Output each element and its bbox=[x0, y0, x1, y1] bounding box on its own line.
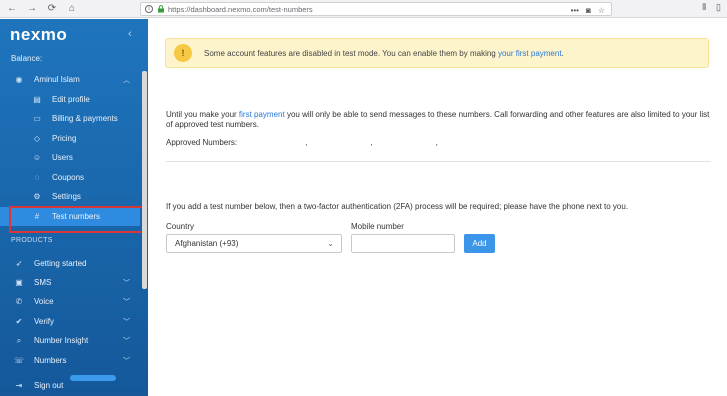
sidebar-item-sign-out[interactable]: ⇥ Sign out bbox=[0, 376, 140, 395]
description-pre: Until you make your bbox=[166, 110, 239, 119]
browser-toolbar: ← → ⟳ ⌂ i https://dashboard.nexmo.com/te… bbox=[0, 0, 727, 18]
sidebar-item-label: Settings bbox=[52, 192, 81, 201]
number-separator: , bbox=[305, 138, 308, 147]
rocket-icon: ➶ bbox=[15, 259, 23, 268]
sidebar-item-number-insight[interactable]: ⌕ Number Insight ﹀ bbox=[0, 331, 140, 350]
number-separator: , bbox=[435, 138, 438, 147]
approved-numbers-label: Approved Numbers: bbox=[166, 138, 238, 147]
pocket-icon[interactable]: ◙ bbox=[586, 6, 591, 15]
chevron-down-icon: ﹀ bbox=[123, 318, 130, 326]
home-icon[interactable]: ⌂ bbox=[64, 1, 80, 17]
sidebar-item-label: Voice bbox=[34, 297, 54, 306]
forward-icon[interactable]: → bbox=[24, 1, 40, 17]
users-icon: ☺ bbox=[32, 153, 42, 162]
sidebar-item-voice[interactable]: ✆ Voice ﹀ bbox=[0, 292, 140, 311]
mobile-number-label: Mobile number bbox=[351, 222, 404, 231]
sidebar-item-label: Sign out bbox=[34, 381, 64, 390]
sidebar-item-label: Edit profile bbox=[52, 95, 90, 104]
sidebar-item-edit-profile[interactable]: ▤ Edit profile bbox=[0, 90, 140, 109]
country-select[interactable]: Afghanistan (+93) ⌄ bbox=[166, 234, 342, 253]
sidebar-item-pricing[interactable]: ◇ Pricing bbox=[0, 129, 140, 148]
sidebar-item-label: Coupons bbox=[52, 173, 85, 182]
user-icon: ◉ bbox=[15, 75, 23, 84]
country-select-value: Afghanistan (+93) bbox=[175, 239, 239, 248]
nexmo-logo[interactable]: nexmo bbox=[10, 25, 67, 45]
account-name: Aminul Islam bbox=[34, 75, 80, 84]
twofa-notice: If you add a test number below, then a t… bbox=[166, 202, 629, 211]
mobile-number-input[interactable] bbox=[351, 234, 455, 253]
sidebar-item-label: SMS bbox=[34, 278, 52, 287]
divider bbox=[166, 161, 711, 162]
country-label: Country bbox=[166, 222, 195, 231]
sidebar-item-getting-started[interactable]: ➶ Getting started bbox=[0, 254, 140, 273]
sidebar-item-users[interactable]: ☺ Users bbox=[0, 148, 140, 167]
number-separator: , bbox=[370, 138, 373, 147]
test-mode-banner: ! Some account features are disabled in … bbox=[165, 38, 709, 68]
add-button[interactable]: Add bbox=[464, 234, 495, 253]
chevron-down-icon: ﹀ bbox=[123, 357, 130, 365]
first-payment-link[interactable]: your first payment bbox=[498, 49, 562, 58]
sidebar-scrollbar[interactable] bbox=[142, 71, 147, 289]
approved-numbers: Approved Numbers: , , , bbox=[166, 138, 438, 147]
edit-icon: ▤ bbox=[33, 95, 41, 104]
sidebar-item-numbers[interactable]: ☏ Numbers ﹀ bbox=[0, 351, 140, 370]
test-mode-description: Until you make your first payment you wi… bbox=[166, 110, 711, 130]
sidebar-item-label: Getting started bbox=[34, 259, 87, 268]
sidebar-item-verify[interactable]: ✔ Verify ﹀ bbox=[0, 312, 140, 331]
coupon-icon: ◌ bbox=[34, 173, 40, 182]
sidebar: nexmo ‹ Balance: ◉ Aminul Islam ︿ ▤ Edit… bbox=[0, 19, 148, 396]
sidebar-item-coupons[interactable]: ◌ Coupons bbox=[0, 168, 140, 187]
back-icon[interactable]: ← bbox=[4, 1, 20, 17]
reload-icon[interactable]: ⟳ bbox=[44, 1, 60, 17]
sign-out-icon: ⇥ bbox=[15, 381, 23, 390]
sms-icon: ▣ bbox=[15, 278, 23, 287]
url-text: https://dashboard.nexmo.com/test-numbers bbox=[168, 4, 313, 14]
library-icon[interactable]: ⫴ bbox=[702, 2, 706, 13]
sidebar-item-label: Numbers bbox=[34, 356, 67, 365]
address-bar[interactable]: i https://dashboard.nexmo.com/test-numbe… bbox=[140, 2, 612, 16]
chevron-down-icon: ﹀ bbox=[123, 279, 130, 287]
banner-end: . bbox=[561, 48, 564, 58]
sidebar-toggle-icon[interactable]: ▯ bbox=[716, 2, 721, 13]
sidebar-item-billing[interactable]: ▭ Billing & payments bbox=[0, 109, 140, 128]
account-menu[interactable]: ◉ Aminul Islam ︿ bbox=[0, 70, 140, 89]
sidebar-item-label: Pricing bbox=[52, 134, 77, 143]
info-icon[interactable]: i bbox=[145, 5, 153, 13]
billing-icon: ▭ bbox=[33, 114, 41, 123]
gear-icon: ⚙ bbox=[33, 192, 41, 201]
sidebar-item-label: Users bbox=[52, 153, 73, 162]
check-icon: ✔ bbox=[15, 317, 23, 326]
phone-icon: ✆ bbox=[15, 297, 23, 306]
sidebar-item-sms[interactable]: ▣ SMS ﹀ bbox=[0, 273, 140, 292]
sidebar-item-label: Billing & payments bbox=[52, 114, 118, 123]
numbers-icon: ☏ bbox=[13, 356, 24, 365]
collapse-sidebar-icon[interactable]: ‹ bbox=[128, 28, 132, 40]
sidebar-item-label: Verify bbox=[34, 317, 55, 326]
first-payment-inline-link[interactable]: first payment bbox=[239, 110, 285, 119]
highlight-annotation bbox=[9, 206, 148, 233]
sidebar-item-label: Number Insight bbox=[34, 336, 89, 345]
lock-icon bbox=[158, 5, 164, 13]
main-content: ! Some account features are disabled in … bbox=[149, 19, 727, 396]
insight-icon: ⌕ bbox=[16, 335, 22, 345]
tag-icon: ◇ bbox=[33, 134, 41, 143]
balance-label: Balance: bbox=[11, 54, 43, 63]
banner-message: Some account features are disabled in te… bbox=[204, 48, 498, 58]
chevron-down-icon: ﹀ bbox=[123, 337, 130, 345]
products-section-label: PRODUCTS bbox=[11, 237, 53, 244]
warning-icon: ! bbox=[174, 44, 192, 62]
chevron-down-icon: ⌄ bbox=[327, 239, 334, 248]
banner-text: Some account features are disabled in te… bbox=[204, 49, 564, 58]
chevron-up-icon: ︿ bbox=[123, 76, 130, 84]
sidebar-item-settings[interactable]: ⚙ Settings bbox=[0, 187, 140, 206]
bookmark-star-icon[interactable]: ☆ bbox=[598, 6, 605, 15]
page-actions-icon[interactable]: ••• bbox=[571, 6, 579, 15]
chevron-down-icon: ﹀ bbox=[123, 298, 130, 306]
